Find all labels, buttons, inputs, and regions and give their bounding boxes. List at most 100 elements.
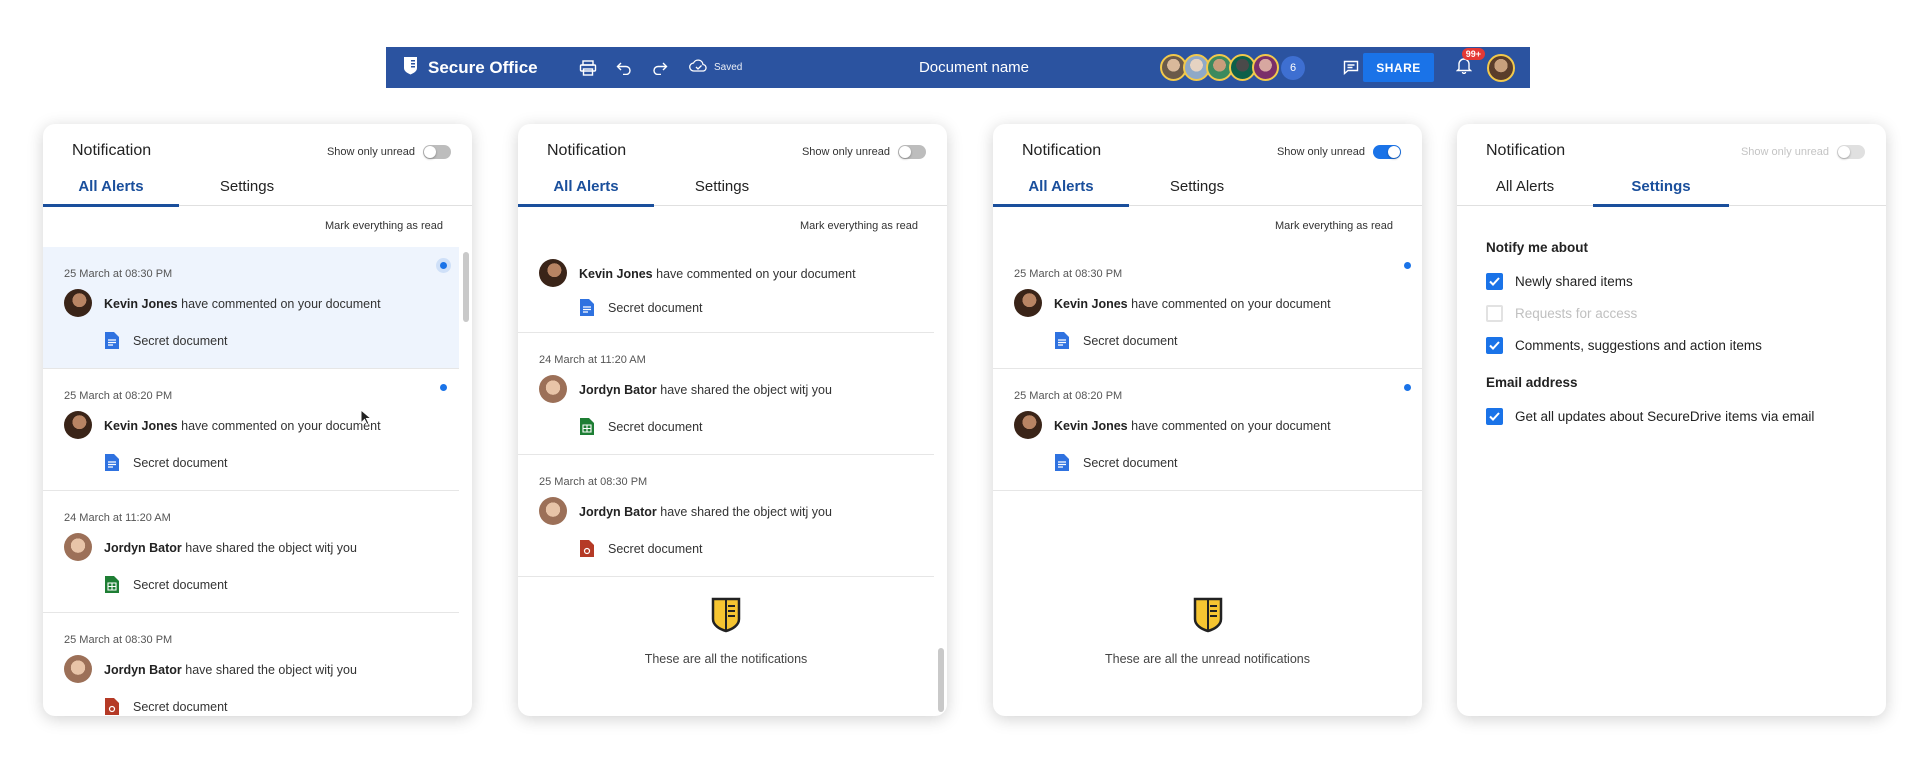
document-link[interactable]: Secret document — [580, 299, 703, 316]
notification-item[interactable]: 24 March at 11:20 AM Jordyn Bator have s… — [518, 333, 934, 455]
option-comments[interactable]: Comments, suggestions and action items — [1486, 329, 1866, 361]
notification-list: 25 March at 08:30 PM Kevin Jones have co… — [43, 247, 459, 716]
notification-action: have commented on your document — [181, 297, 381, 311]
tab-settings[interactable]: Settings — [654, 178, 790, 206]
save-status: Saved — [689, 58, 742, 77]
comments-icon[interactable] — [1340, 57, 1362, 79]
print-icon[interactable] — [577, 57, 599, 79]
panel-title: Notification — [72, 142, 152, 159]
notification-item[interactable]: 25 March at 08:30 PM Kevin Jones have co… — [43, 247, 459, 369]
panel-title: Notification — [1486, 142, 1566, 159]
collaborators-count[interactable]: 6 — [1281, 55, 1305, 80]
avatar — [64, 411, 92, 439]
document-name: Secret document — [133, 455, 228, 470]
notification-action: have shared the object witj you — [185, 663, 357, 677]
tab-settings[interactable]: Settings — [1593, 178, 1729, 207]
shield-logo-icon — [403, 56, 418, 80]
notification-text: Kevin Jones have commented on your docum… — [1054, 419, 1331, 433]
collaborator-avatar[interactable] — [1252, 54, 1279, 81]
checkbox[interactable] — [1486, 336, 1503, 354]
notifications-button[interactable]: 99+ — [1446, 48, 1485, 85]
unread-indicator[interactable] — [436, 258, 451, 273]
notification-item[interactable]: 25 March at 08:30 PM Kevin Jones have co… — [993, 247, 1422, 369]
notification-date: 25 March at 08:20 PM — [64, 390, 173, 402]
avatar — [539, 497, 567, 525]
scrollbar-thumb[interactable] — [463, 252, 469, 322]
unread-indicator[interactable] — [1404, 384, 1411, 391]
document-link[interactable]: Secret document — [580, 418, 703, 435]
notification-badge: 99+ — [1461, 48, 1485, 60]
option-newly-shared[interactable]: Newly shared items — [1486, 265, 1866, 297]
document-link[interactable]: Secret document — [1055, 332, 1178, 349]
avatar — [64, 655, 92, 683]
shield-icon — [1193, 597, 1222, 633]
cloud-check-icon — [689, 58, 708, 77]
notification-item[interactable]: Kevin Jones have commented on your docum… — [518, 247, 934, 333]
document-link[interactable]: Secret document — [1055, 454, 1178, 471]
notification-item[interactable]: 25 March at 08:20 PM Kevin Jones have co… — [993, 369, 1422, 491]
actor-name: Jordyn Bator — [104, 663, 182, 677]
end-message: These are all the unread notifications — [1105, 652, 1310, 666]
mark-all-read-link[interactable]: Mark everything as read — [518, 206, 947, 246]
notification-date: 25 March at 08:30 PM — [64, 268, 173, 280]
document-link[interactable]: Secret document — [105, 698, 228, 715]
tab-settings[interactable]: Settings — [179, 178, 315, 206]
notification-date: 25 March at 08:20 PM — [1014, 390, 1123, 402]
notification-text: Jordyn Bator have shared the object witj… — [579, 505, 832, 519]
show-unread-toggle[interactable] — [423, 145, 451, 159]
document-link[interactable]: Secret document — [105, 332, 228, 349]
panel-title: Notification — [547, 142, 627, 159]
document-link[interactable]: Secret document — [105, 576, 228, 593]
document-link[interactable]: Secret document — [105, 454, 228, 471]
checkbox[interactable] — [1486, 272, 1503, 290]
doc-file-icon — [1055, 332, 1069, 349]
scrollbar-thumb[interactable] — [938, 648, 944, 712]
notification-date: 24 March at 11:20 AM — [539, 354, 646, 366]
user-avatar[interactable] — [1487, 54, 1515, 82]
checkbox[interactable] — [1486, 407, 1503, 425]
tab-all-alerts[interactable]: All Alerts — [43, 178, 179, 207]
unread-indicator[interactable] — [1404, 262, 1411, 269]
avatar — [1014, 411, 1042, 439]
scrollbar[interactable] — [937, 252, 945, 712]
option-label: Newly shared items — [1515, 273, 1633, 289]
document-link[interactable]: Secret document — [580, 540, 703, 557]
notification-action: have shared the object witj you — [660, 505, 832, 519]
show-unread-toggle[interactable] — [1373, 145, 1401, 159]
collaborators[interactable]: 6 — [1160, 54, 1305, 81]
notification-list: Kevin Jones have commented on your docum… — [518, 247, 934, 716]
panel-tabs: All Alerts Settings — [43, 170, 472, 207]
actor-name: Kevin Jones — [1054, 297, 1128, 311]
redo-icon[interactable] — [649, 57, 671, 79]
option-email-updates[interactable]: Get all updates about SecureDrive items … — [1486, 400, 1866, 432]
share-button[interactable]: SHARE — [1363, 53, 1434, 82]
notification-item[interactable]: 25 March at 08:30 PM Jordyn Bator have s… — [518, 455, 934, 577]
app-toolbar: Secure Office Saved Document name 6 SHAR… — [386, 47, 1530, 88]
unread-indicator[interactable] — [440, 384, 447, 391]
scrollbar[interactable] — [462, 252, 470, 712]
notification-item[interactable]: 25 March at 08:20 PM Kevin Jones have co… — [43, 369, 459, 491]
actor-name: Kevin Jones — [104, 297, 178, 311]
tab-all-alerts[interactable]: All Alerts — [518, 178, 654, 207]
show-unread-toggle[interactable] — [898, 145, 926, 159]
document-name: Secret document — [1083, 333, 1178, 348]
tab-all-alerts[interactable]: All Alerts — [993, 178, 1129, 207]
panel-tabs: All Alerts Settings — [993, 170, 1422, 207]
notification-action: have commented on your document — [181, 419, 381, 433]
tab-settings[interactable]: Settings — [1129, 178, 1265, 206]
notification-text: Jordyn Bator have shared the object witj… — [104, 663, 357, 677]
tab-all-alerts[interactable]: All Alerts — [1457, 178, 1593, 206]
mark-all-read-link[interactable]: Mark everything as read — [993, 206, 1422, 246]
notification-panel: Notification Show only unread All Alerts… — [43, 124, 472, 716]
document-name[interactable]: Document name — [872, 59, 1076, 76]
notification-item[interactable]: 25 March at 08:30 PM Jordyn Bator have s… — [43, 613, 459, 716]
show-unread-label: Show only unread — [326, 146, 415, 158]
mouse-cursor-icon — [360, 409, 372, 426]
actor-name: Jordyn Bator — [104, 541, 182, 555]
pdf-file-icon — [105, 698, 119, 715]
avatar — [539, 375, 567, 403]
option-requests-access: Requests for access — [1486, 297, 1866, 329]
undo-icon[interactable] — [613, 57, 635, 79]
mark-all-read-link[interactable]: Mark everything as read — [43, 206, 472, 246]
notification-item[interactable]: 24 March at 11:20 AM Jordyn Bator have s… — [43, 491, 459, 613]
